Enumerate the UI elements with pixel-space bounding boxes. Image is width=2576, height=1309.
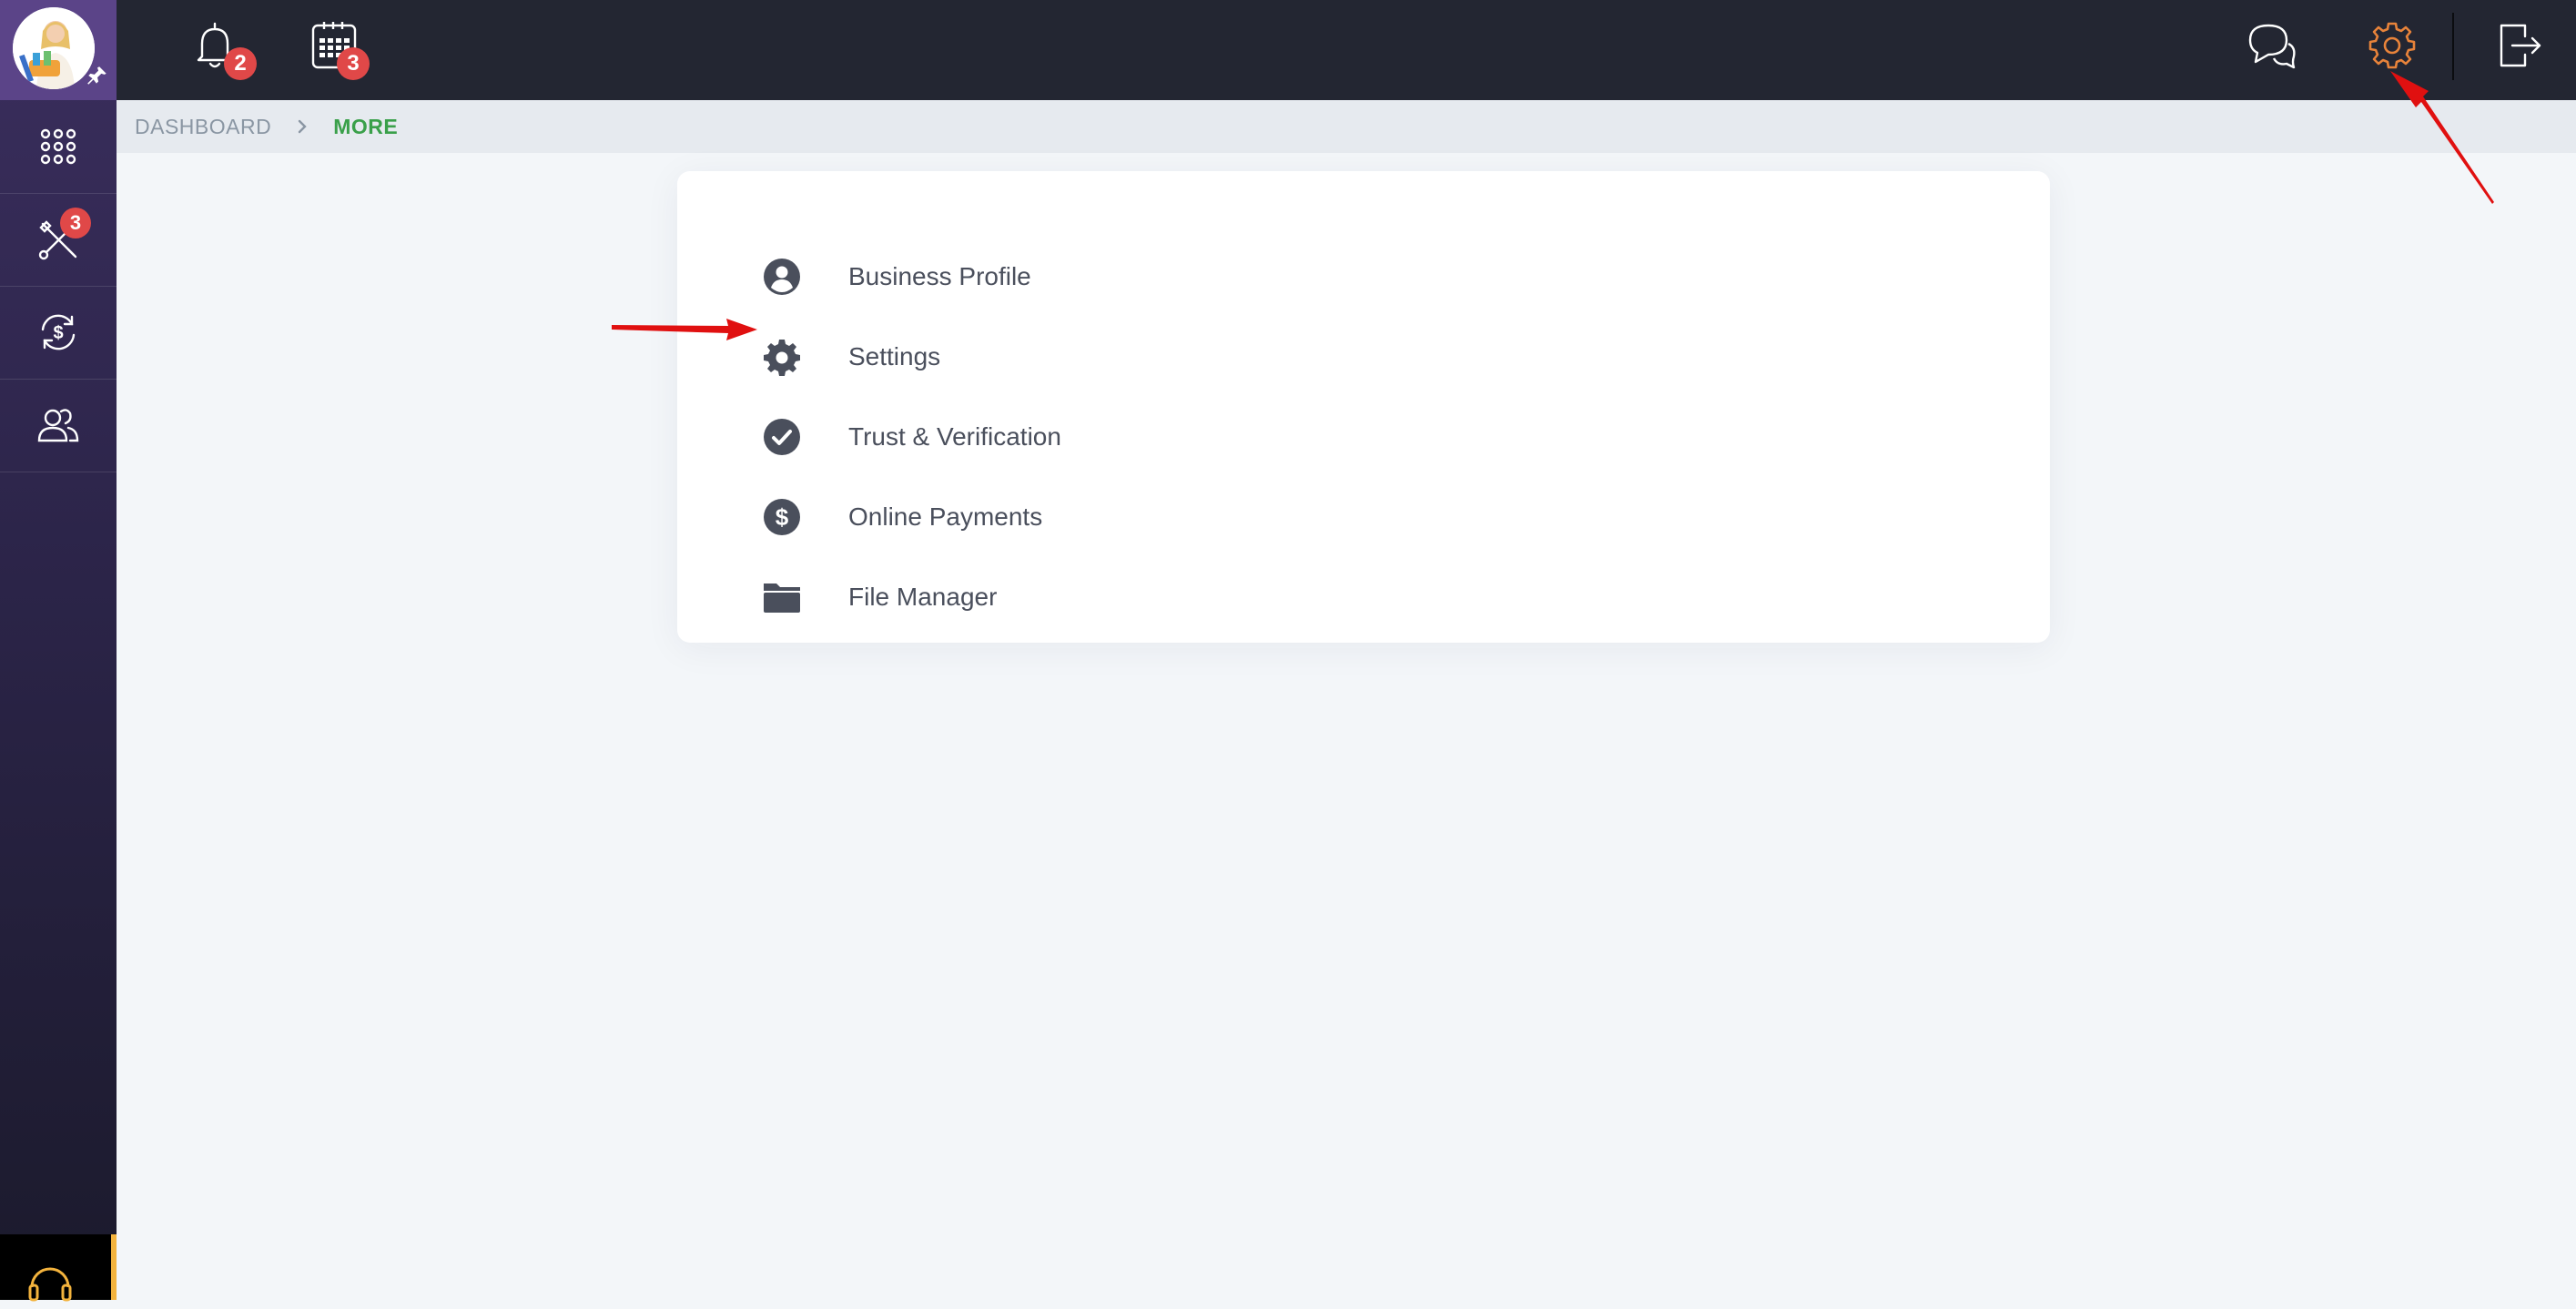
support-button[interactable] — [0, 1234, 117, 1302]
dollar-circle-icon: $ — [764, 499, 800, 535]
avatar[interactable] — [13, 7, 95, 89]
notifications-badge: 2 — [224, 47, 257, 80]
topbar-divider — [2452, 13, 2454, 80]
breadcrumb-more: MORE — [333, 114, 399, 138]
menu-item-file-manager[interactable]: File Manager — [763, 568, 1309, 626]
dollar-refresh-icon: $ — [41, 314, 76, 350]
calendar-badge: 3 — [337, 47, 370, 80]
more-menu-card: Business Profile Settings Trust & Verifi… — [677, 171, 2050, 643]
gear-icon — [764, 340, 800, 376]
logout-icon — [2500, 24, 2541, 67]
notifications-button[interactable]: 2 — [188, 18, 257, 80]
menu-item-online-payments[interactable]: $ Online Payments — [763, 488, 1309, 546]
calendar-button[interactable]: 3 — [306, 18, 370, 80]
menu-item-business-profile[interactable]: Business Profile — [763, 248, 1309, 306]
top-bar: 2 3 — [117, 0, 2576, 100]
breadcrumb: DASHBOARD MORE — [117, 100, 2576, 153]
sidebar-item-apps[interactable] — [0, 100, 117, 194]
menu-label: Online Payments — [848, 502, 1043, 531]
tools-badge: 3 — [60, 208, 91, 238]
pin-icon[interactable] — [86, 64, 109, 87]
messages-button[interactable] — [2245, 18, 2299, 73]
gear-icon — [2368, 22, 2416, 69]
menu-label: File Manager — [848, 583, 998, 611]
menu-label: Trust & Verification — [848, 422, 1061, 451]
apps-grid-icon — [40, 128, 76, 165]
support-indicator — [111, 1234, 117, 1300]
sidebar-item-payments[interactable]: $ — [0, 286, 117, 380]
user-circle-icon — [764, 259, 800, 295]
svg-text:$: $ — [776, 503, 789, 531]
profile-area[interactable] — [0, 0, 117, 100]
svg-text:$: $ — [53, 323, 63, 343]
menu-label: Settings — [848, 342, 941, 370]
sidebar: 3 $ — [0, 0, 117, 1302]
chat-icon — [2248, 24, 2296, 69]
sidebar-item-tools[interactable]: 3 — [0, 193, 117, 287]
chevron-right-icon — [299, 119, 307, 134]
headset-icon — [28, 1267, 72, 1302]
menu-item-trust-verification[interactable]: Trust & Verification — [763, 408, 1309, 466]
sidebar-item-customers[interactable] — [0, 379, 117, 472]
breadcrumb-dashboard[interactable]: DASHBOARD — [135, 115, 271, 139]
menu-label: Business Profile — [848, 262, 1031, 290]
check-circle-icon — [764, 419, 800, 455]
settings-button[interactable] — [2365, 18, 2419, 73]
folder-icon — [764, 583, 800, 613]
menu-item-settings[interactable]: Settings — [763, 328, 1309, 386]
logout-button[interactable] — [2492, 18, 2547, 73]
users-icon — [37, 409, 79, 442]
